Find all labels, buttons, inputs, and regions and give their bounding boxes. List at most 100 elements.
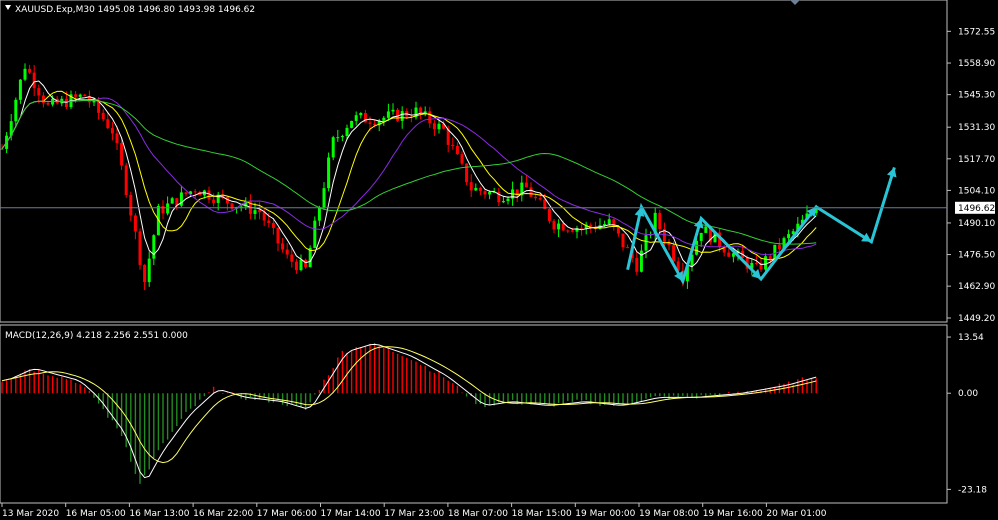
candle-body (106, 119, 110, 129)
candle-body (143, 264, 147, 283)
candle-body (566, 230, 570, 232)
candle-body (281, 243, 285, 250)
candle-body (313, 220, 317, 248)
candle-body (616, 226, 620, 234)
candle-body (658, 212, 662, 230)
candle-body (437, 123, 441, 130)
candle-body (271, 223, 275, 228)
candle-body (428, 111, 432, 124)
candle-body (336, 137, 340, 139)
candle-body (455, 146, 459, 155)
candle-body (166, 203, 170, 214)
time-tick-label: 16 Mar 05:00 (66, 509, 126, 519)
candle-body (699, 232, 703, 241)
candle-body (603, 223, 607, 226)
macd-info-label: MACD(12,26,9) 4.218 2.256 2.551 0.000 (5, 331, 188, 341)
time-tick-label: 13 Mar 2020 (2, 509, 59, 519)
candle-body (124, 165, 128, 195)
candle-body (368, 122, 372, 124)
candle-body (561, 223, 565, 231)
candle-body (290, 254, 294, 262)
macd-tick-label: 0.00 (958, 389, 978, 399)
candle-body (501, 201, 505, 203)
candle-body (170, 198, 174, 204)
candle-body (120, 143, 124, 166)
price-tick-label: 1558.90 (958, 59, 995, 69)
candle-body (110, 128, 114, 134)
candle-body (570, 230, 574, 232)
candle-body (538, 198, 542, 200)
candle-body (488, 191, 492, 195)
current-price-label: 1496.62 (958, 204, 995, 214)
candle-body (727, 252, 731, 257)
candle-body (14, 99, 18, 122)
candle-body (115, 133, 119, 144)
time-tick-label: 17 Mar 06:00 (257, 509, 317, 519)
candle-body (129, 194, 133, 216)
symbol-info-label: XAUUSD.Exp,M30 1495.08 1496.80 1493.98 1… (15, 5, 255, 15)
candle-body (773, 244, 777, 260)
candle-body (161, 206, 165, 214)
candle-body (276, 227, 280, 244)
candle-body (32, 72, 36, 89)
candle-body (46, 102, 50, 105)
candle-body (138, 231, 142, 265)
price-tick-label: 1572.55 (958, 27, 995, 37)
time-tick-label: 17 Mar 23:00 (384, 509, 444, 519)
candle-body (557, 223, 561, 230)
candle-body (350, 120, 354, 128)
candle-body (322, 188, 326, 208)
candle-body (432, 123, 436, 130)
price-tick-label: 1504.10 (958, 186, 995, 196)
candle-body (529, 187, 533, 197)
price-tick-label: 1449.20 (958, 314, 995, 324)
candle-body (754, 262, 758, 264)
price-tick-label: 1476.50 (958, 251, 995, 261)
candle-body (37, 88, 41, 96)
candle-body (18, 79, 22, 100)
candle-body (258, 210, 262, 213)
candle-body (327, 157, 331, 189)
price-tick-label: 1531.30 (958, 123, 995, 133)
candle-body (345, 127, 349, 136)
candle-body (704, 226, 708, 233)
candle-body (391, 109, 395, 112)
candle-body (317, 207, 321, 221)
macd-tick-label: 13.54 (958, 333, 984, 343)
time-tick-label: 19 Mar 16:00 (703, 509, 763, 519)
candle-body (768, 256, 772, 260)
candle-body (101, 112, 105, 120)
candle-body (506, 198, 510, 202)
candle-body (147, 258, 151, 283)
candle-body (212, 199, 216, 203)
candle-body (74, 94, 78, 97)
time-tick-label: 19 Mar 08:00 (639, 509, 699, 519)
candle-body (193, 191, 197, 193)
candle-body (354, 115, 358, 121)
candle-body (607, 219, 611, 224)
candle-body (207, 190, 211, 200)
time-tick-label: 20 Mar 01:00 (766, 509, 826, 519)
time-tick-label: 18 Mar 15:00 (512, 509, 572, 519)
time-tick-label: 16 Mar 22:00 (193, 509, 253, 519)
candle-body (465, 163, 469, 183)
candle-body (386, 111, 390, 118)
time-tick-label: 19 Mar 00:00 (575, 509, 635, 519)
candle-body (478, 187, 482, 192)
candle-body (359, 113, 363, 116)
candle-body (294, 261, 298, 271)
candle-body (524, 182, 528, 188)
candle-body (552, 220, 556, 230)
time-tick-label: 18 Mar 07:00 (448, 509, 508, 519)
candle-body (382, 117, 386, 121)
candle-body (299, 259, 303, 271)
candle-body (0, 148, 4, 150)
candle-body (83, 94, 87, 97)
time-tick-label: 16 Mar 13:00 (129, 509, 189, 519)
candle-body (451, 144, 455, 147)
candle-body (460, 154, 464, 164)
candle-body (787, 234, 791, 239)
candle-body (589, 224, 593, 227)
candle-body (534, 196, 538, 199)
candle-body (285, 249, 289, 255)
